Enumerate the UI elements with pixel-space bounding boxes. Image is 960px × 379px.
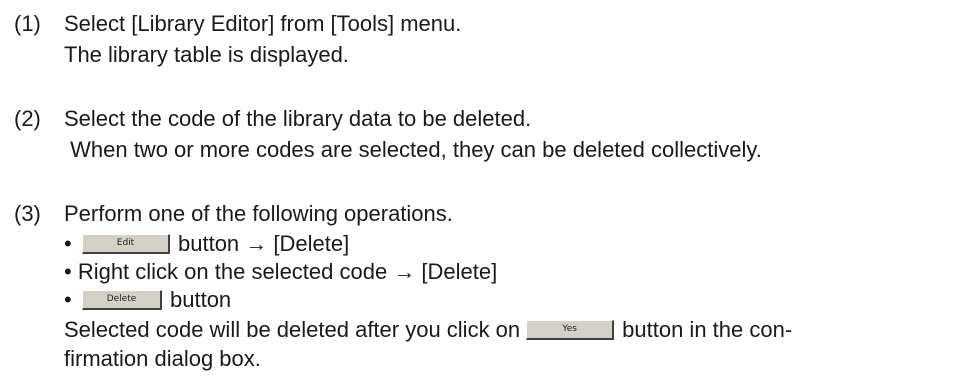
bullet-item: • Right click on the selected code → [De… [64, 258, 497, 285]
step-text: The library table is displayed. [64, 42, 349, 67]
step-text: Select [Library Editor] from [Tools] men… [64, 11, 462, 36]
step-number: (2) [14, 106, 41, 131]
bullet-item: • Delete button [64, 286, 231, 313]
bullet-dot: • [64, 287, 72, 312]
bullet-text: • Right click on the selected code → [De… [64, 259, 498, 284]
delete-button[interactable]: Delete [82, 289, 162, 310]
bullet-text: button → [Delete] [178, 231, 350, 256]
confirm-text: Selected code will be deleted after you … [64, 317, 521, 342]
bullet-item: • Edit button → [Delete] [64, 230, 349, 257]
step-number: (3) [14, 201, 41, 226]
step-number: (1) [14, 11, 41, 36]
step-text: Select the code of the library data to b… [64, 106, 532, 131]
confirm-text: button in the con- [622, 317, 793, 342]
step-text: Perform one of the following operations. [64, 201, 453, 226]
bullet-text: button [170, 287, 232, 312]
yes-button[interactable]: Yes [526, 319, 615, 340]
edit-button[interactable]: Edit [82, 233, 170, 254]
bullet-dot: • [64, 231, 72, 256]
confirm-text: firmation dialog box. [64, 346, 261, 371]
step-text: When two or more codes are selected, the… [64, 137, 762, 162]
confirm-text-line: Selected code will be deleted after you … [64, 316, 792, 343]
